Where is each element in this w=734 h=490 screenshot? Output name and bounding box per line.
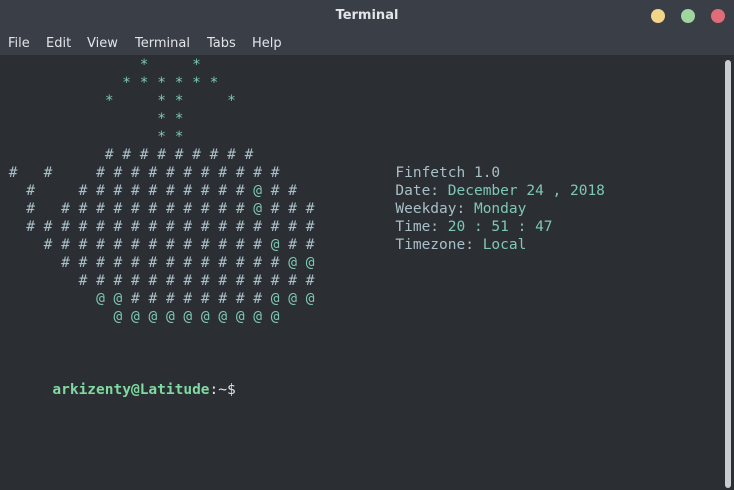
prompt-user-host: arkizenty@Latitude (52, 382, 210, 398)
close-button[interactable] (711, 9, 725, 23)
art-line: * * (157, 129, 184, 145)
terminal-output[interactable]: * * * * * * * * * * * * * * * * # # # # … (0, 56, 720, 490)
art-line: * * * * * * (122, 75, 219, 91)
scrollbar-thumb[interactable] (725, 60, 731, 488)
info-timezone-value: Local (482, 237, 527, 253)
art-line: * * * * (104, 93, 236, 109)
menu-terminal[interactable]: Terminal (135, 32, 190, 55)
info-date: Date: December 24 , 2018 (343, 164, 605, 199)
art-line: @ @ @ @ @ @ @ @ @ @ (113, 309, 280, 325)
menu-edit[interactable]: Edit (46, 32, 71, 55)
menu-file[interactable]: File (8, 32, 30, 55)
art-line: * * (139, 57, 201, 73)
terminal-window: Terminal File Edit View Terminal Tabs He… (0, 0, 734, 490)
menu-view[interactable]: View (87, 32, 118, 55)
shell-prompt[interactable]: arkizenty@Latitude:~$ (0, 363, 236, 417)
menu-bar: File Edit View Terminal Tabs Help (0, 32, 734, 56)
maximize-button[interactable] (681, 9, 695, 23)
window-title: Terminal (335, 8, 399, 23)
art-line: @ @ # # # # # # # # @ @ @ (96, 291, 315, 307)
info-weekday: Weekday: Monday (343, 182, 526, 217)
info-time: Time: 20 : 51 : 47 (343, 200, 552, 235)
info-timezone-label: Timezone: (395, 237, 474, 253)
menu-help[interactable]: Help (252, 32, 282, 55)
minimize-button[interactable] (651, 9, 665, 23)
art-line: # # # # # # # # # # # # # @ # # (43, 237, 315, 253)
art-line: # # # # # # # # # # # # # # # # # (26, 219, 315, 235)
art-line: # # # # # # # # # # # # # # (78, 273, 315, 289)
art-line: # # # # # # # # # # # # # @ @ (61, 255, 315, 271)
art-line: # # # # # # # # # # # @ # # (26, 183, 297, 199)
scrollbar[interactable] (722, 56, 734, 490)
title-bar[interactable]: Terminal (0, 0, 734, 32)
prompt-path: :~$ (209, 382, 236, 398)
art-line: # # # # # # # # # # # # # (8, 165, 280, 181)
info-name: Finfetch 1.0 (343, 146, 500, 181)
art-line: * * (157, 111, 184, 127)
menu-tabs[interactable]: Tabs (207, 32, 236, 55)
art-line: # # # # # # # # # (104, 147, 254, 163)
info-timezone: Timezone: Local (343, 218, 526, 253)
art-line: # # # # # # # # # # # # @ # # # (26, 201, 315, 217)
